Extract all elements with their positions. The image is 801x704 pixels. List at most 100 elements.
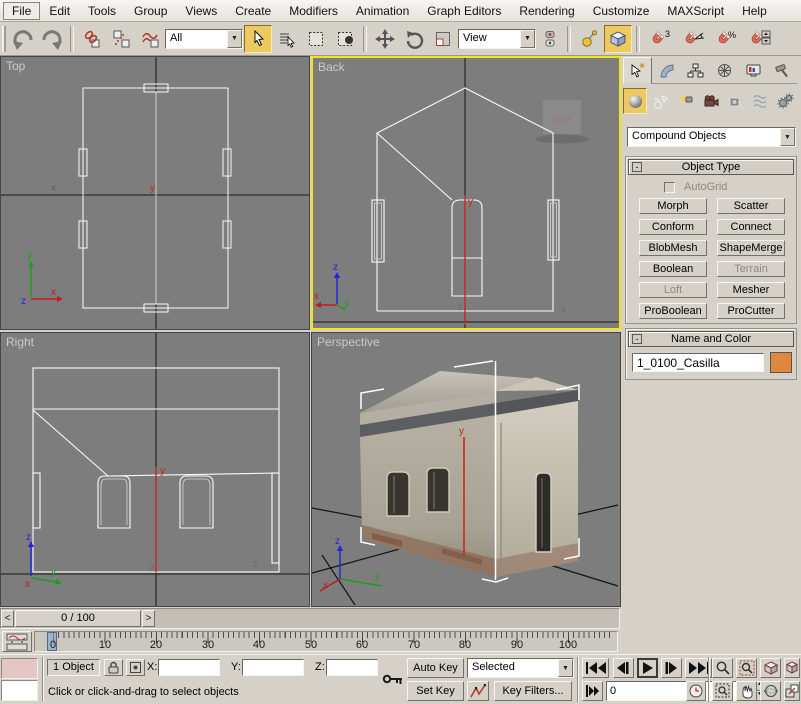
tab-display[interactable] (739, 57, 768, 84)
absolute-offset-toggle[interactable] (126, 659, 145, 676)
angle-snap-toggle-button[interactable] (677, 25, 709, 53)
current-frame-field[interactable] (606, 681, 756, 701)
procutter-button[interactable]: ProCutter (717, 303, 785, 319)
viewport-right[interactable]: Right y x z (0, 332, 310, 607)
x-coordinate-field[interactable] (158, 659, 220, 676)
category-space-warps[interactable] (748, 88, 772, 114)
category-geometry[interactable] (623, 88, 647, 114)
use-pivot-point-center-button[interactable] (537, 25, 563, 53)
mesher-button[interactable]: Mesher (717, 282, 785, 298)
menu-file[interactable]: File (3, 2, 40, 20)
chevron-down-icon[interactable]: ▼ (558, 659, 573, 677)
time-slider[interactable]: < 0 / 100 > (0, 608, 620, 629)
select-and-manipulate-button[interactable] (575, 25, 603, 53)
select-object-button[interactable] (244, 25, 272, 53)
set-keys-button[interactable] (382, 657, 404, 701)
next-frame-arrow[interactable]: > (142, 610, 155, 627)
object-color-swatch[interactable] (770, 352, 792, 373)
selection-filter-dropdown[interactable]: All ▼ (165, 29, 243, 49)
house-model[interactable] (360, 371, 578, 577)
default-tangent-button[interactable] (467, 681, 489, 701)
chevron-down-icon[interactable]: ▼ (227, 30, 242, 48)
autogrid-checkbox[interactable] (664, 182, 675, 193)
select-and-scale-button[interactable] (429, 25, 457, 53)
next-frame-button[interactable] (661, 658, 682, 678)
tab-utilities[interactable] (768, 57, 797, 84)
object-name-field[interactable] (632, 353, 764, 372)
collapse-icon[interactable]: - (632, 334, 642, 344)
category-lights[interactable] (673, 88, 697, 114)
viewport-top-label[interactable]: Top (6, 59, 25, 73)
undo-button[interactable] (9, 25, 37, 53)
shapemerge-button[interactable]: ShapeMerge (717, 240, 785, 256)
previous-frame-arrow[interactable]: < (1, 610, 14, 627)
zoom-extents-button[interactable] (760, 658, 781, 678)
connect-button[interactable]: Connect (717, 219, 785, 235)
category-cameras[interactable] (698, 88, 722, 114)
morph-button[interactable]: Morph (639, 198, 707, 214)
previous-frame-button[interactable] (613, 658, 634, 678)
open-mini-curve-editor-button[interactable] (2, 631, 32, 652)
tab-motion[interactable] (710, 57, 739, 84)
menu-modifiers[interactable]: Modifiers (280, 2, 347, 20)
viewport-back-label[interactable]: Back (318, 60, 345, 74)
name-color-rollout-header[interactable]: - Name and Color (628, 331, 794, 347)
menu-create[interactable]: Create (226, 2, 280, 20)
snap-3d-toggle-button[interactable]: 3 (644, 25, 676, 53)
viewport-perspective-label[interactable]: Perspective (317, 335, 380, 349)
rectangular-selection-region-button[interactable] (302, 25, 330, 53)
y-coordinate-field[interactable] (242, 659, 304, 676)
select-and-move-button[interactable] (371, 25, 399, 53)
set-key-button[interactable]: Set Key (407, 681, 464, 701)
category-dropdown[interactable]: Compound Objects ▼ (627, 127, 796, 147)
menu-graph-editors[interactable]: Graph Editors (418, 2, 510, 20)
collapse-icon[interactable]: - (632, 162, 642, 172)
select-and-rotate-button[interactable] (400, 25, 428, 53)
time-slider-handle[interactable]: 0 / 100 (15, 610, 141, 627)
window-crossing-toggle-button[interactable] (331, 25, 359, 53)
proboolean-button[interactable]: ProBoolean (639, 303, 707, 319)
conform-button[interactable]: Conform (639, 219, 707, 235)
menu-maxscript[interactable]: MAXScript (658, 2, 733, 20)
toolbar-grip[interactable] (2, 26, 6, 52)
zoom-button[interactable] (712, 658, 733, 678)
reference-coordinate-system-dropdown[interactable]: View ▼ (458, 29, 536, 49)
key-mode-toggle-button[interactable] (582, 681, 603, 701)
tab-hierarchy[interactable] (681, 57, 710, 84)
maxscript-mini-listener[interactable] (1, 680, 38, 701)
menu-views[interactable]: Views (176, 2, 226, 20)
unlink-selection-button[interactable] (107, 25, 135, 53)
pan-view-button[interactable] (736, 681, 757, 701)
object-type-rollout-header[interactable]: - Object Type (628, 159, 794, 175)
chevron-down-icon[interactable]: ▼ (520, 30, 535, 48)
tab-create[interactable] (623, 57, 652, 84)
redo-button[interactable] (38, 25, 66, 53)
menu-help[interactable]: Help (733, 2, 776, 20)
region-zoom-button[interactable] (712, 681, 733, 701)
play-animation-button[interactable] (637, 658, 658, 678)
key-filter-dropdown[interactable]: Selected ▼ (467, 658, 574, 678)
select-and-link-button[interactable] (78, 25, 106, 53)
menu-tools[interactable]: Tools (79, 2, 125, 20)
category-shapes[interactable] (648, 88, 672, 114)
auto-key-button[interactable]: Auto Key (407, 658, 464, 678)
scatter-button[interactable]: Scatter (717, 198, 785, 214)
key-filters-button[interactable]: Key Filters... (494, 681, 572, 701)
boolean-button[interactable]: Boolean (639, 261, 707, 277)
selection-lock-toggle[interactable] (104, 659, 123, 676)
time-configuration-button[interactable] (686, 681, 706, 701)
menu-customize[interactable]: Customize (584, 2, 659, 20)
select-by-name-button[interactable] (273, 25, 301, 53)
tab-modify[interactable] (652, 57, 681, 84)
menu-animation[interactable]: Animation (347, 2, 418, 20)
percent-snap-toggle-button[interactable]: % (710, 25, 742, 53)
maximize-viewport-toggle[interactable] (784, 681, 800, 701)
category-helpers[interactable] (723, 88, 747, 114)
viewport-top[interactable]: Top x y y (0, 56, 310, 330)
track-bar-ruler[interactable]: 0 10 20 30 40 50 60 70 80 90 100 (34, 631, 618, 652)
zoom-extents-all-button[interactable] (784, 658, 800, 678)
menu-rendering[interactable]: Rendering (510, 2, 583, 20)
blobmesh-button[interactable]: BlobMesh (639, 240, 707, 256)
chevron-down-icon[interactable]: ▼ (780, 128, 795, 146)
viewport-back[interactable]: Back MAX (311, 56, 621, 330)
